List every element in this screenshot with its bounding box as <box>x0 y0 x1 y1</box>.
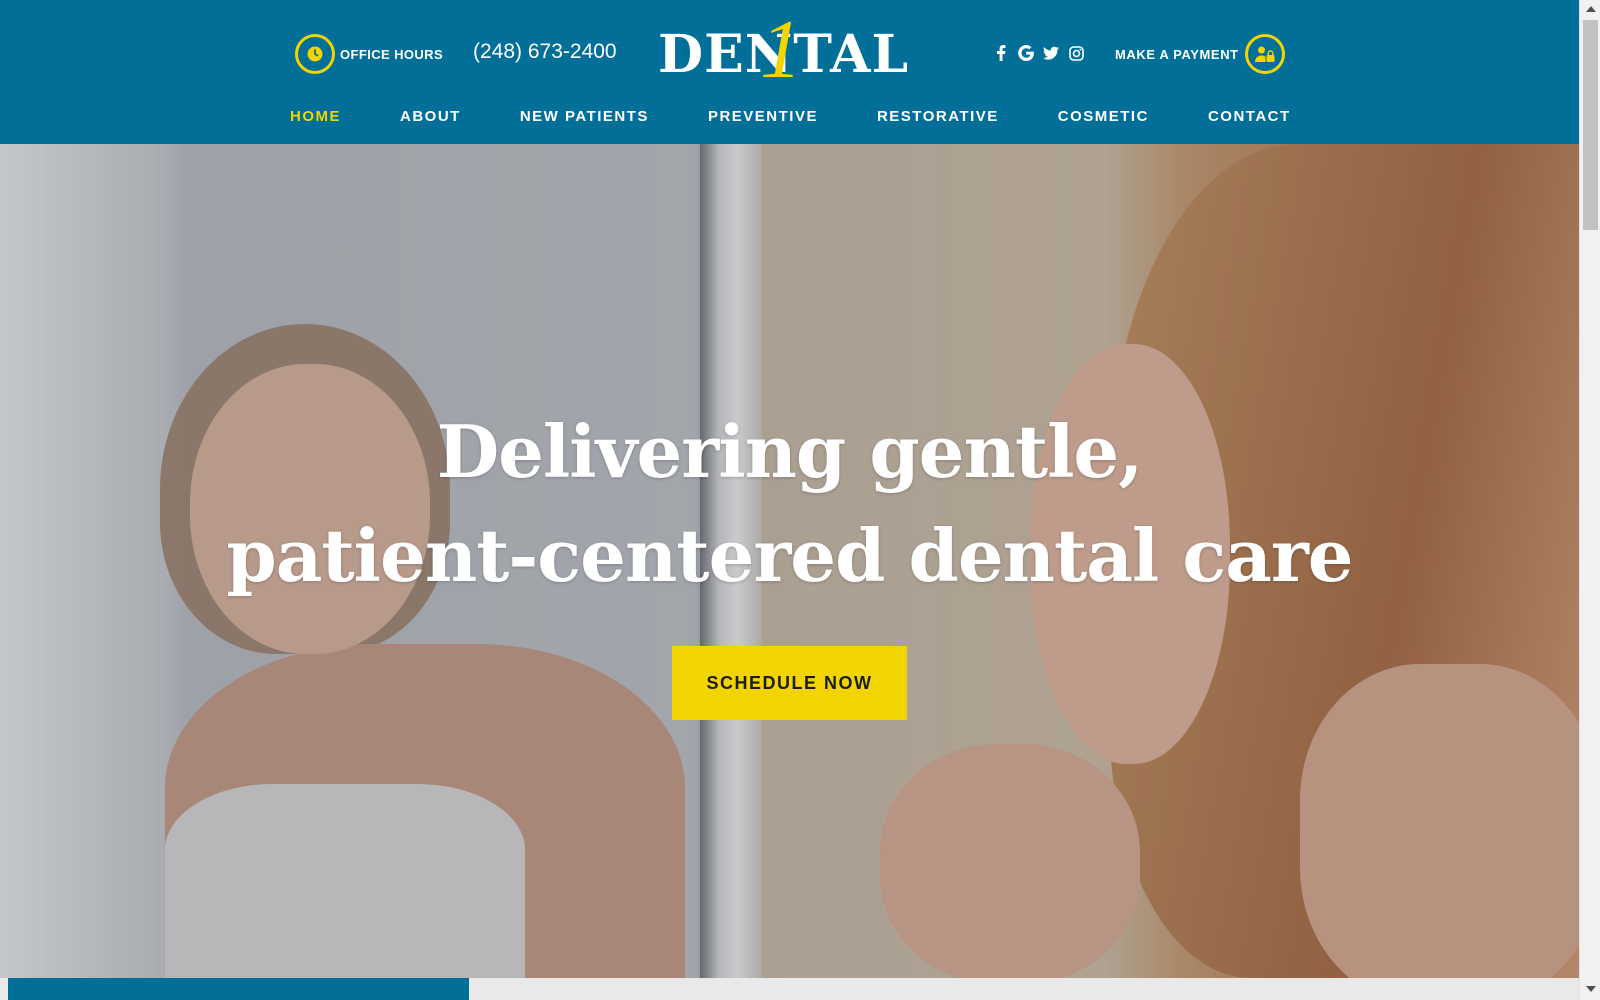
office-hours-label: OFFICE HOURS <box>340 46 444 62</box>
top-bar: OFFICE HOURS (248) 673-2400 DENTAL 1 MAK… <box>0 0 1579 100</box>
social-links <box>993 45 1084 61</box>
nav-item-contact[interactable]: CONTACT <box>1208 108 1291 125</box>
make-payment-link[interactable]: MAKE A PAYMENT <box>1115 34 1285 74</box>
bottom-section-tab <box>8 978 469 1000</box>
payment-label: MAKE A PAYMENT <box>1115 46 1239 62</box>
nav-item-cosmetic[interactable]: COSMETIC <box>1058 108 1149 125</box>
clock-icon <box>295 34 335 74</box>
hero-headline-line1: Delivering gentle, <box>436 409 1144 494</box>
phone-number-link[interactable]: (248) 673-2400 <box>473 40 617 64</box>
schedule-now-button[interactable]: SCHEDULE NOW <box>672 646 907 720</box>
scroll-up-arrow-icon[interactable] <box>1586 6 1596 12</box>
main-nav: HOME ABOUT NEW PATIENTS PREVENTIVE RESTO… <box>290 108 1291 125</box>
nav-item-new-patients[interactable]: NEW PATIENTS <box>520 108 649 125</box>
facebook-icon[interactable] <box>993 45 1009 61</box>
hero-headline-line2: patient-centered dental care <box>226 513 1353 598</box>
nav-item-restorative[interactable]: RESTORATIVE <box>877 108 999 125</box>
office-hours-link[interactable]: OFFICE HOURS <box>295 34 443 74</box>
dental1-logo[interactable]: DENTAL 1 <box>652 8 922 94</box>
user-lock-icon <box>1244 34 1285 74</box>
nav-item-about[interactable]: ABOUT <box>400 108 461 125</box>
scroll-down-arrow-icon[interactable] <box>1586 986 1596 992</box>
hero-headline: Delivering gentle, patient-centered dent… <box>0 400 1579 608</box>
page-scrollbar[interactable] <box>1579 0 1600 1000</box>
instagram-icon[interactable] <box>1068 45 1084 61</box>
logo-numeral: 1 <box>760 3 802 96</box>
google-icon[interactable] <box>1018 45 1034 61</box>
nav-item-home[interactable]: HOME <box>290 108 341 125</box>
site-header: OFFICE HOURS (248) 673-2400 DENTAL 1 MAK… <box>0 0 1579 144</box>
twitter-icon[interactable] <box>1043 45 1059 61</box>
nav-item-preventive[interactable]: PREVENTIVE <box>708 108 818 125</box>
hero-section: Delivering gentle, patient-centered dent… <box>0 144 1579 978</box>
scrollbar-thumb[interactable] <box>1583 20 1598 230</box>
